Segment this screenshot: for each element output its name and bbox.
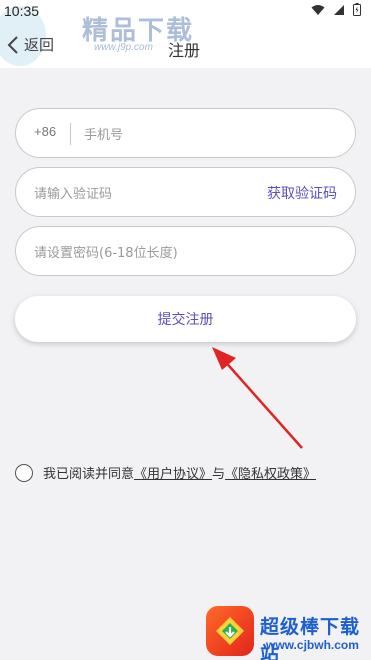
code-placeholder: 请输入验证码 [34, 187, 113, 202]
watermark-bottom-title: 超级棒下载站 [260, 616, 361, 660]
signal-icon [334, 4, 344, 15]
agreement-prefix-text: 我已阅读并同意 [43, 467, 135, 482]
page-title: 注册 [168, 41, 201, 60]
watermark-bottom-url: www.cjbwh.com [266, 638, 359, 652]
back-button[interactable]: 返回 [6, 34, 54, 55]
agreement-row: 我已阅读并同意 《用户协议》 与 《隐私权政策》 [15, 463, 316, 482]
watermark-bottom: 超级棒下载站 www.cjbwh.com [206, 606, 371, 660]
wifi-icon [311, 4, 325, 15]
get-code-button[interactable]: 获取验证码 [267, 183, 337, 203]
country-code-prefix[interactable]: +86 [34, 124, 56, 139]
password-placeholder: 请设置密码(6-18位长度) [34, 246, 178, 261]
privacy-policy-link[interactable]: 《隐私权政策》 [225, 463, 316, 482]
agree-radio[interactable] [15, 463, 33, 482]
back-label: 返回 [24, 36, 55, 54]
password-field[interactable]: 请设置密码(6-18位长度) [15, 226, 356, 276]
prefix-divider [70, 123, 71, 145]
phone-placeholder: 手机号 [84, 128, 124, 143]
watermark-bottom-logo [206, 606, 254, 656]
red-arrow-annotation [212, 347, 303, 449]
status-time: 10:35 [4, 3, 40, 19]
top-bar: 精品下载 www.j9p.com 10:35 返回 注册 [0, 0, 371, 68]
battery-icon [353, 3, 361, 16]
watermark-url: www.j9p.com [94, 42, 153, 53]
chevron-left-icon [7, 35, 18, 54]
phone-field[interactable]: +86 手机号 [15, 108, 356, 158]
download-logo-icon [216, 617, 244, 645]
status-icons [311, 3, 361, 16]
agreement-connector: 与 [212, 467, 226, 482]
submit-register-button[interactable]: 提交注册 [15, 296, 356, 342]
verification-code-field[interactable]: 请输入验证码 获取验证码 [15, 167, 356, 217]
user-agreement-link[interactable]: 《用户协议》 [134, 463, 212, 482]
